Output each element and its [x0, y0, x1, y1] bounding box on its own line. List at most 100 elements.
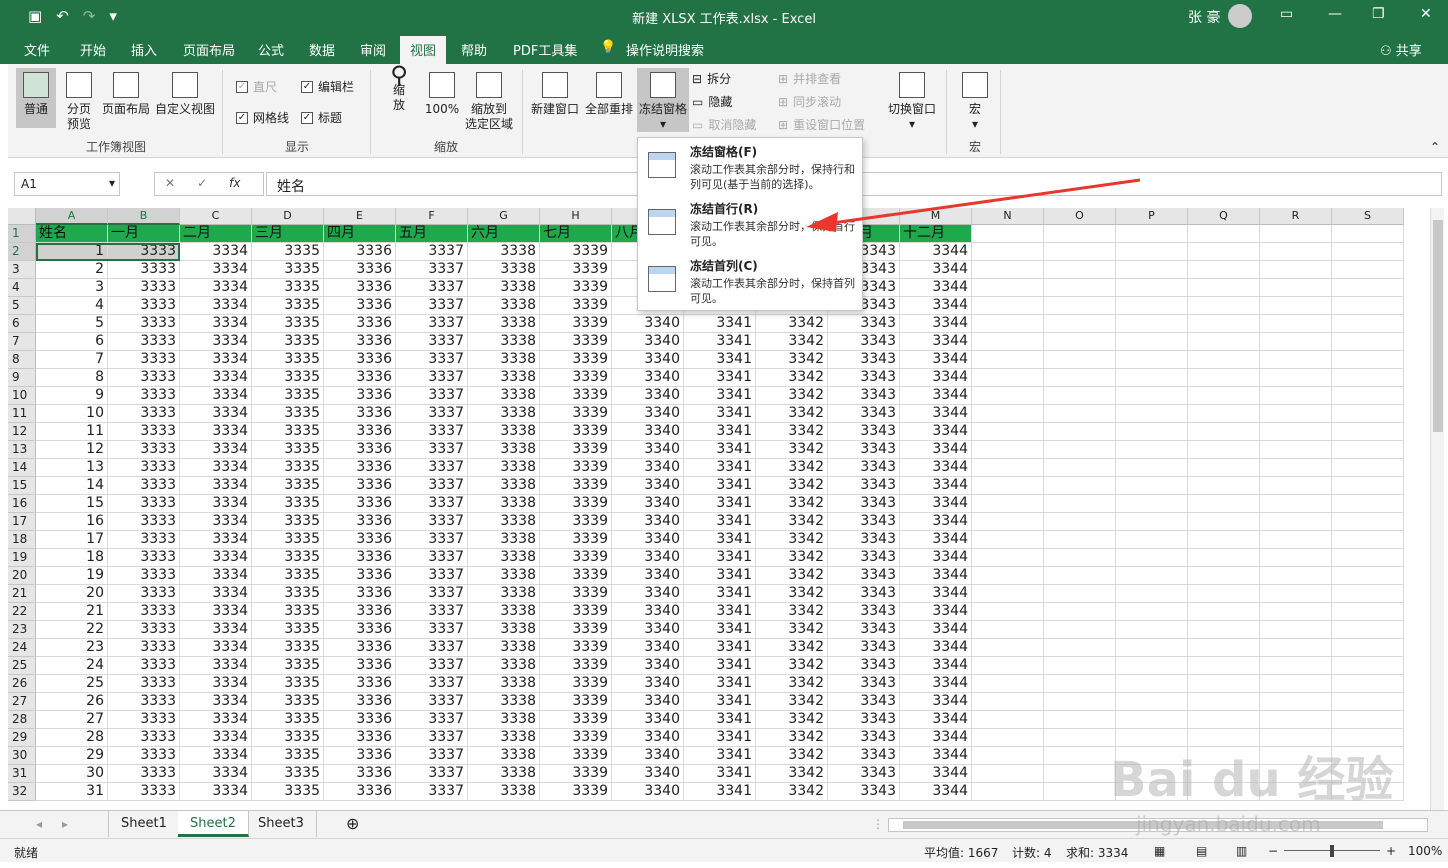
row-header-31[interactable]: 31 — [8, 765, 36, 783]
cell-g5[interactable]: 3338 — [468, 297, 540, 315]
cell-i21[interactable]: 3340 — [612, 585, 684, 603]
cell-g19[interactable]: 3338 — [468, 549, 540, 567]
cell-i14[interactable]: 3340 — [612, 459, 684, 477]
row-header-23[interactable]: 23 — [8, 621, 36, 639]
cell-e22[interactable]: 3336 — [324, 603, 396, 621]
tab-home[interactable]: 开始 — [80, 40, 106, 59]
cell-f31[interactable]: 3337 — [396, 765, 468, 783]
cell-m8[interactable]: 3344 — [900, 351, 972, 369]
cell-g23[interactable]: 3338 — [468, 621, 540, 639]
cell-o29[interactable] — [1044, 729, 1116, 747]
cell-c17[interactable]: 3334 — [180, 513, 252, 531]
cell-a18[interactable]: 17 — [36, 531, 108, 549]
cell-a28[interactable]: 27 — [36, 711, 108, 729]
cell-o2[interactable] — [1044, 243, 1116, 261]
cell-k28[interactable]: 3342 — [756, 711, 828, 729]
cell-n21[interactable] — [972, 585, 1044, 603]
cell-q28[interactable] — [1188, 711, 1260, 729]
headings-checkbox[interactable]: ✓ 标题 — [301, 109, 342, 126]
cell-g22[interactable]: 3338 — [468, 603, 540, 621]
cell-f17[interactable]: 3337 — [396, 513, 468, 531]
cell-p23[interactable] — [1116, 621, 1188, 639]
cell-l14[interactable]: 3343 — [828, 459, 900, 477]
cell-f6[interactable]: 3337 — [396, 315, 468, 333]
cell-r22[interactable] — [1260, 603, 1332, 621]
cell-s16[interactable] — [1332, 495, 1404, 513]
tab-page-layout[interactable]: 页面布局 — [183, 40, 235, 59]
row-header-32[interactable]: 32 — [8, 783, 36, 801]
cell-m21[interactable]: 3344 — [900, 585, 972, 603]
cell-p15[interactable] — [1116, 477, 1188, 495]
cell-r7[interactable] — [1260, 333, 1332, 351]
cell-i23[interactable]: 3340 — [612, 621, 684, 639]
cell-p11[interactable] — [1116, 405, 1188, 423]
cell-l12[interactable]: 3343 — [828, 423, 900, 441]
tab-split-handle-icon[interactable]: ⋮ — [872, 817, 884, 831]
row-header-28[interactable]: 28 — [8, 711, 36, 729]
column-header-a[interactable]: A — [36, 208, 108, 225]
cell-h19[interactable]: 3339 — [540, 549, 612, 567]
cell-f5[interactable]: 3337 — [396, 297, 468, 315]
enter-icon[interactable]: ✓ — [197, 176, 207, 192]
cell-s3[interactable] — [1332, 261, 1404, 279]
cell-o22[interactable] — [1044, 603, 1116, 621]
cell-c18[interactable]: 3334 — [180, 531, 252, 549]
cell-i16[interactable]: 3340 — [612, 495, 684, 513]
cell-j16[interactable]: 3341 — [684, 495, 756, 513]
cell-e11[interactable]: 3336 — [324, 405, 396, 423]
cell-o18[interactable] — [1044, 531, 1116, 549]
row-header-27[interactable]: 27 — [8, 693, 36, 711]
avatar[interactable] — [1228, 4, 1252, 28]
cell-g17[interactable]: 3338 — [468, 513, 540, 531]
cell-a32[interactable]: 31 — [36, 783, 108, 801]
cell-a6[interactable]: 5 — [36, 315, 108, 333]
cell-p12[interactable] — [1116, 423, 1188, 441]
column-header-m[interactable]: M — [900, 208, 972, 225]
cell-d1[interactable]: 三月 — [252, 225, 324, 243]
cell-d21[interactable]: 3335 — [252, 585, 324, 603]
cell-f28[interactable]: 3337 — [396, 711, 468, 729]
cell-p2[interactable] — [1116, 243, 1188, 261]
custom-views-button[interactable]: 自定义视图 — [154, 72, 216, 117]
cell-n5[interactable] — [972, 297, 1044, 315]
cell-i10[interactable]: 3340 — [612, 387, 684, 405]
cell-n7[interactable] — [972, 333, 1044, 351]
cell-h1[interactable]: 七月 — [540, 225, 612, 243]
cell-c30[interactable]: 3334 — [180, 747, 252, 765]
cell-o9[interactable] — [1044, 369, 1116, 387]
cell-j7[interactable]: 3341 — [684, 333, 756, 351]
cell-r4[interactable] — [1260, 279, 1332, 297]
cell-n9[interactable] — [972, 369, 1044, 387]
cell-a12[interactable]: 11 — [36, 423, 108, 441]
cell-s5[interactable] — [1332, 297, 1404, 315]
cell-r21[interactable] — [1260, 585, 1332, 603]
cell-h23[interactable]: 3339 — [540, 621, 612, 639]
cell-r11[interactable] — [1260, 405, 1332, 423]
cell-l23[interactable]: 3343 — [828, 621, 900, 639]
cell-r20[interactable] — [1260, 567, 1332, 585]
cell-m20[interactable]: 3344 — [900, 567, 972, 585]
cell-r8[interactable] — [1260, 351, 1332, 369]
cell-j27[interactable]: 3341 — [684, 693, 756, 711]
cell-r26[interactable] — [1260, 675, 1332, 693]
cell-j28[interactable]: 3341 — [684, 711, 756, 729]
cell-q15[interactable] — [1188, 477, 1260, 495]
cell-g27[interactable]: 3338 — [468, 693, 540, 711]
switch-windows-button[interactable]: 切换窗口 ▾ — [886, 72, 938, 132]
tab-pdf-tools[interactable]: PDF工具集 — [513, 40, 577, 59]
cell-f22[interactable]: 3337 — [396, 603, 468, 621]
cell-q4[interactable] — [1188, 279, 1260, 297]
cell-h30[interactable]: 3339 — [540, 747, 612, 765]
cell-n27[interactable] — [972, 693, 1044, 711]
cell-c9[interactable]: 3334 — [180, 369, 252, 387]
cell-i13[interactable]: 3340 — [612, 441, 684, 459]
cell-q7[interactable] — [1188, 333, 1260, 351]
cell-f25[interactable]: 3337 — [396, 657, 468, 675]
cell-b27[interactable]: 3333 — [108, 693, 180, 711]
cell-i9[interactable]: 3340 — [612, 369, 684, 387]
cell-e13[interactable]: 3336 — [324, 441, 396, 459]
cell-q21[interactable] — [1188, 585, 1260, 603]
cell-m32[interactable]: 3344 — [900, 783, 972, 801]
scroll-right-icon[interactable]: ▸ — [62, 817, 68, 831]
cell-m16[interactable]: 3344 — [900, 495, 972, 513]
